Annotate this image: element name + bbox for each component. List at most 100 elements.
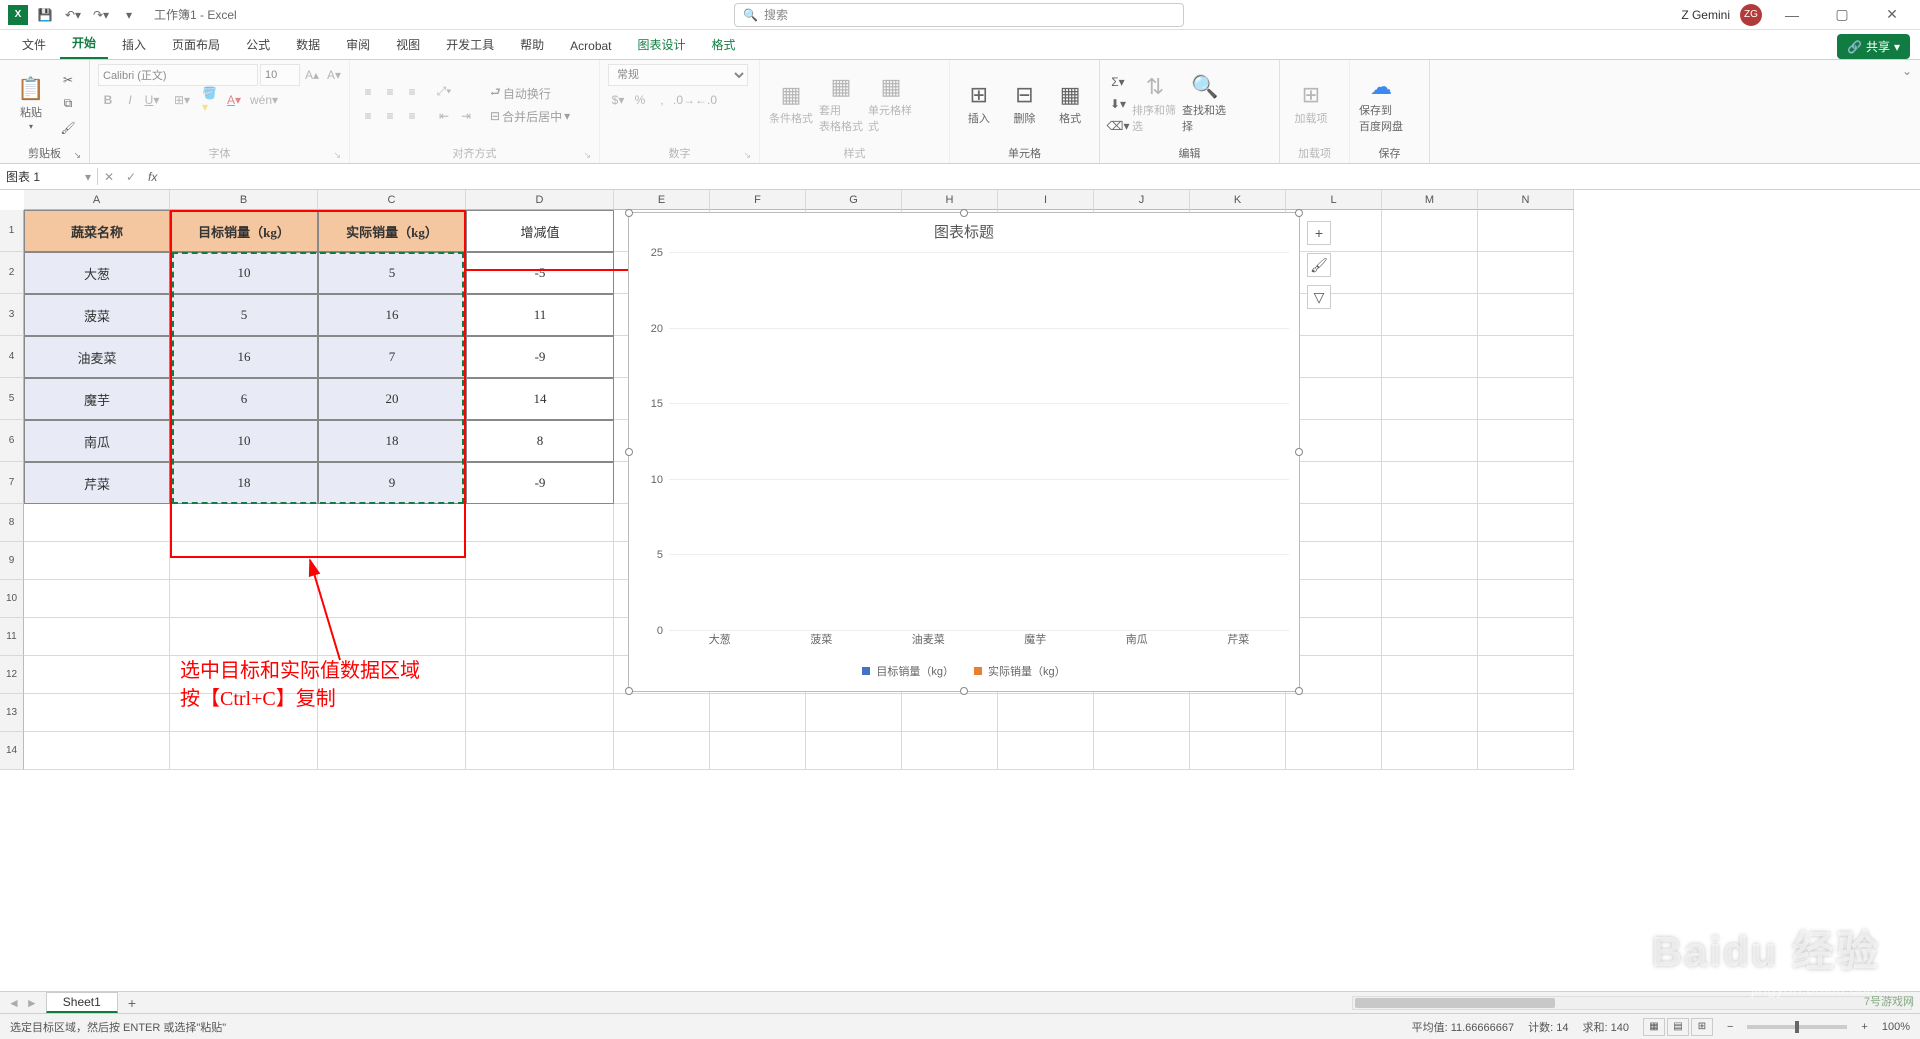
sort-filter-button[interactable]: ⇅排序和筛选 [1132,69,1178,139]
addins-button[interactable]: ⊞加载项 [1288,69,1334,139]
cell[interactable] [1382,252,1478,294]
cell[interactable] [1382,462,1478,504]
tab-insert[interactable]: 插入 [110,30,158,59]
cell[interactable] [1286,694,1382,732]
cell[interactable] [170,656,318,694]
chart-object[interactable]: + 🖌 ▽ 图表标题 0510152025 大葱菠菜油麦菜魔芋南瓜芹菜 目标销量… [628,212,1300,692]
cell[interactable]: 南瓜 [24,420,170,462]
delete-cells-button[interactable]: ⊟删除 [1004,69,1046,139]
tab-home[interactable]: 开始 [60,28,108,59]
fill-color-button[interactable]: 🪣▾ [202,90,222,110]
column-header-N[interactable]: N [1478,190,1574,210]
font-color-button[interactable]: A▾ [224,90,244,110]
tab-help[interactable]: 帮助 [508,30,556,59]
tab-acrobat[interactable]: Acrobat [558,33,623,59]
column-header-I[interactable]: I [998,190,1094,210]
legend-item[interactable]: 实际销量（kg） [974,663,1066,679]
cell[interactable] [1286,462,1382,504]
row-header-4[interactable]: 4 [0,336,24,378]
number-format-select[interactable]: 常规 [608,64,748,86]
cell[interactable]: -9 [466,336,614,378]
font-launcher[interactable]: ↘ [333,150,341,161]
decrease-font-button[interactable]: A▾ [324,65,344,85]
align-right-button[interactable]: ≡ [402,106,422,126]
phonetic-button[interactable]: wén▾ [254,90,274,110]
italic-button[interactable]: I [120,90,140,110]
maximize-button[interactable]: ▢ [1822,1,1862,29]
cell[interactable]: 蔬菜名称 [24,210,170,252]
accounting-format-button[interactable]: $▾ [608,90,628,110]
cell[interactable]: 魔芋 [24,378,170,420]
cell[interactable]: 10 [170,420,318,462]
cell[interactable]: 10 [170,252,318,294]
row-header-1[interactable]: 1 [0,210,24,252]
cell[interactable] [318,694,466,732]
cell[interactable]: 16 [170,336,318,378]
user-avatar[interactable]: ZG [1740,4,1762,26]
cell[interactable]: 5 [318,252,466,294]
cell[interactable]: -9 [466,462,614,504]
baidu-save-button[interactable]: ☁保存到 百度网盘 [1358,69,1404,139]
column-header-F[interactable]: F [710,190,806,210]
column-header-H[interactable]: H [902,190,998,210]
increase-decimal-button[interactable]: .0→ [674,90,694,110]
cell[interactable] [1478,420,1574,462]
cell[interactable] [1478,210,1574,252]
cell[interactable] [318,504,466,542]
border-button[interactable]: ⊞▾ [172,90,192,110]
find-select-button[interactable]: 🔍查找和选择 [1182,69,1228,139]
cell[interactable] [1286,732,1382,770]
qat-save-button[interactable]: 💾 [34,4,56,26]
cell[interactable] [806,694,902,732]
format-cells-button[interactable]: ▦格式 [1049,69,1091,139]
tab-data[interactable]: 数据 [284,30,332,59]
cell[interactable] [170,618,318,656]
number-launcher[interactable]: ↘ [743,150,751,161]
conditional-format-button[interactable]: ▦条件格式 [768,69,814,139]
orientation-button[interactable]: ⤢▾ [434,82,454,102]
cell[interactable] [1382,378,1478,420]
cell[interactable] [24,656,170,694]
cell[interactable]: 11 [466,294,614,336]
align-center-button[interactable]: ≡ [380,106,400,126]
row-header-10[interactable]: 10 [0,580,24,618]
cell[interactable]: 14 [466,378,614,420]
cell[interactable]: 油麦菜 [24,336,170,378]
cell[interactable] [806,732,902,770]
cell[interactable] [614,694,710,732]
sheet-next-button[interactable]: ► [26,996,38,1010]
cell[interactable] [1382,580,1478,618]
cell[interactable] [466,618,614,656]
minimize-button[interactable]: — [1772,1,1812,29]
autosum-button[interactable]: Σ▾ [1108,72,1128,92]
close-button[interactable]: ✕ [1872,1,1912,29]
bold-button[interactable]: B [98,90,118,110]
paste-button[interactable]: 📋粘贴▾ [8,69,54,139]
zoom-out-button[interactable]: − [1727,1021,1733,1033]
column-header-A[interactable]: A [24,190,170,210]
tab-developer[interactable]: 开发工具 [434,30,506,59]
cell[interactable] [902,694,998,732]
column-header-D[interactable]: D [466,190,614,210]
cell[interactable] [466,542,614,580]
cell-styles-button[interactable]: ▦单元格样式 [868,69,914,139]
cell[interactable]: 6 [170,378,318,420]
cell[interactable] [1286,542,1382,580]
share-button[interactable]: 🔗 共享 ▾ [1837,34,1910,59]
qat-customize-button[interactable]: ▾ [118,4,140,26]
tab-file[interactable]: 文件 [10,30,58,59]
column-header-M[interactable]: M [1382,190,1478,210]
cell[interactable] [1094,694,1190,732]
format-painter-button[interactable]: 🖌 [58,118,78,138]
cell[interactable] [24,694,170,732]
cell[interactable] [1382,694,1478,732]
cell[interactable] [318,580,466,618]
percent-button[interactable]: % [630,90,650,110]
cell[interactable] [170,732,318,770]
view-page-break-button[interactable]: ⊞ [1691,1018,1713,1036]
row-header-11[interactable]: 11 [0,618,24,656]
clear-button[interactable]: ⌫▾ [1108,116,1128,136]
row-header-6[interactable]: 6 [0,420,24,462]
cell[interactable] [24,504,170,542]
chart-styles-button[interactable]: 🖌 [1307,253,1331,277]
